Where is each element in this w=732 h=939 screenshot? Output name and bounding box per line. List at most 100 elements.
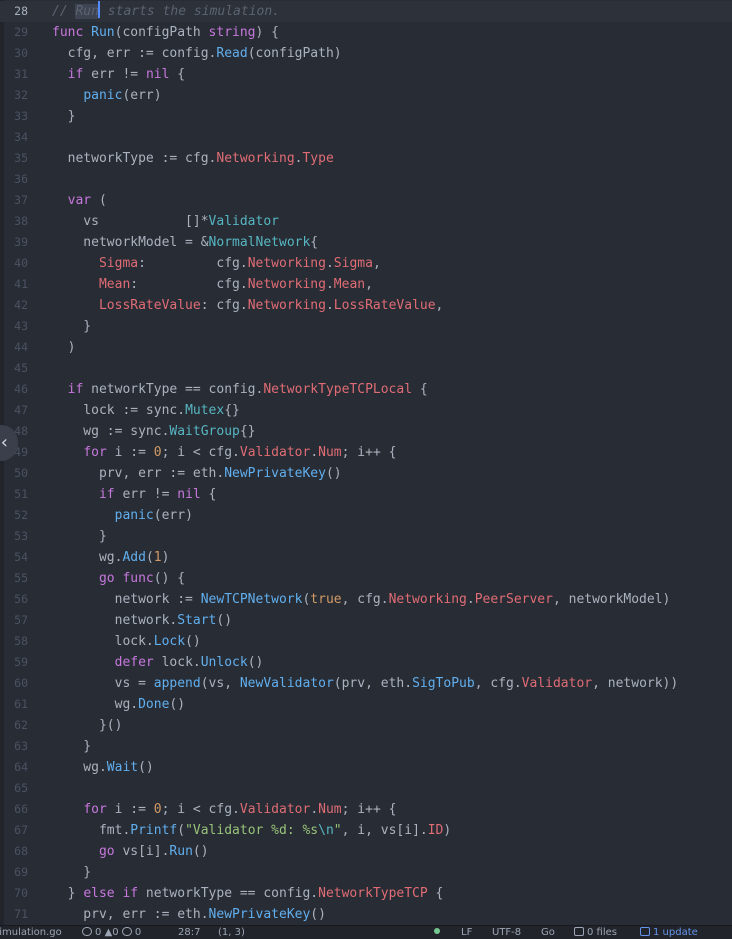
code-line[interactable]: 34 (0, 127, 732, 148)
line-number: 30 (14, 46, 28, 60)
code-token: (err) (153, 508, 193, 523)
code-line[interactable]: 47 lock := sync.Mutex{} (0, 400, 732, 421)
code-line[interactable]: 64 wg.Wait() (0, 757, 732, 778)
code-line[interactable]: 50 prv, err := eth.NewPrivateKey() (0, 463, 732, 484)
code-line[interactable]: 67 fmt.Printf("Validator %d: %s\n", i, v… (0, 820, 732, 841)
code-line[interactable]: 42 LossRateValue: cfg.Networking.LossRat… (0, 295, 732, 316)
code-line[interactable]: 70 } else if networkType == config.Netwo… (0, 883, 732, 904)
code-token: Start (177, 613, 217, 628)
code-line[interactable]: 56 network := NewTCPNetwork(true, cfg.Ne… (0, 589, 732, 610)
code-token: , cfg. (341, 592, 389, 607)
code-token: NewTCPNetwork (200, 592, 303, 607)
code-line[interactable]: 48 wg := sync.WaitGroup{} (0, 421, 732, 442)
line-number: 62 (14, 718, 28, 732)
code-token: Add (122, 550, 146, 565)
line-code: wg.Wait() (52, 757, 153, 778)
code-line[interactable]: 36 (0, 169, 732, 190)
code-line[interactable]: 39 networkModel = &NormalNetwork{ (0, 232, 732, 253)
code-line[interactable]: 60 vs = append(vs, NewValidator(prv, eth… (0, 673, 732, 694)
code-token: Sigma (333, 256, 373, 271)
line-code: cfg, err := config.Read(configPath) (52, 43, 342, 64)
code-line[interactable]: 33 } (0, 106, 732, 127)
code-token: nil (177, 487, 201, 502)
code-token: networkType == config. (138, 886, 319, 901)
code-line[interactable]: 61 wg.Done() (0, 694, 732, 715)
code-token: vs []* (52, 214, 209, 229)
line-code: } (52, 862, 91, 883)
code-line[interactable]: 62 }() (0, 715, 732, 736)
code-token: network := (52, 592, 201, 607)
line-code: if err != nil { (52, 64, 185, 85)
code-token: prv, err := eth. (52, 907, 209, 922)
code-line[interactable]: 38 vs []*Validator (0, 211, 732, 232)
status-files[interactable]: 0 files (574, 926, 617, 939)
line-number: 45 (14, 361, 28, 375)
code-token: for (83, 445, 107, 460)
code-line[interactable]: 69 } (0, 862, 732, 883)
code-token: panic (114, 508, 154, 523)
code-line[interactable]: 40 Sigma: cfg.Networking.Sigma, (0, 253, 732, 274)
warning-count: 0 (112, 927, 119, 938)
code-line[interactable]: 30 cfg, err := config.Read(configPath) (0, 43, 732, 64)
status-diagnostics[interactable]: 0 ▲0 0 (82, 926, 141, 939)
code-line[interactable]: 35 networkType := cfg.Networking.Type (0, 148, 732, 169)
code-line[interactable]: 68 go vs[i].Run() (0, 841, 732, 862)
code-line[interactable]: 29 func Run(configPath string) { (0, 22, 732, 43)
code-line[interactable]: 45 (0, 358, 732, 379)
code-line[interactable]: 44 ) (0, 337, 732, 358)
code-line[interactable]: 43 } (0, 316, 732, 337)
status-selection-count[interactable]: (1, 3) (218, 926, 245, 939)
code-token: ; i++ { (341, 445, 397, 460)
status-cursor-position[interactable]: 28:7 (178, 926, 200, 939)
code-line[interactable]: 32 panic(err) (0, 85, 732, 106)
code-line[interactable]: 63 } (0, 736, 732, 757)
code-token: vs[i]. (114, 844, 170, 859)
code-line[interactable]: 54 wg.Add(1) (0, 547, 732, 568)
status-line-ending[interactable]: LF (461, 926, 472, 939)
code-token: func (122, 571, 154, 586)
code-line[interactable]: 37 var ( (0, 190, 732, 211)
line-number: 31 (14, 67, 28, 81)
status-file-name[interactable]: simulation.go (0, 926, 62, 939)
line-number: 52 (14, 508, 28, 522)
code-line[interactable]: 57 network.Start() (0, 610, 732, 631)
line-number: 59 (14, 655, 28, 669)
code-line[interactable]: 28 // Run starts the simulation. (0, 1, 732, 22)
code-token: , (435, 298, 444, 313)
code-token: NewPrivateKey (208, 907, 311, 922)
line-code: prv, err := eth.NewPrivateKey() (52, 463, 342, 484)
status-encoding[interactable]: UTF-8 (492, 926, 521, 939)
code-line[interactable]: 51 if err != nil { (0, 484, 732, 505)
line-code: ) (52, 337, 76, 358)
code-line[interactable]: 52 panic(err) (0, 505, 732, 526)
code-line[interactable]: 49 for i := 0; i < cfg.Validator.Num; i+… (0, 442, 732, 463)
code-line[interactable]: 65 (0, 778, 732, 799)
status-grammar[interactable]: Go (541, 926, 555, 939)
code-line[interactable]: 58 lock.Lock() (0, 631, 732, 652)
code-line[interactable]: 59 defer lock.Unlock() (0, 652, 732, 673)
line-number: 56 (14, 592, 28, 606)
line-code: } (52, 106, 76, 127)
code-line[interactable]: 55 go func() { (0, 568, 732, 589)
code-token: true (310, 592, 342, 607)
code-token: 0 (153, 802, 162, 817)
code-editor[interactable]: 28 // Run starts the simulation. 29 func Ru… (0, 0, 732, 925)
code-token: Run (91, 25, 115, 40)
code-line[interactable]: 31 if err != nil { (0, 64, 732, 85)
status-updates[interactable]: 1 update (640, 926, 698, 939)
code-token: Done (138, 697, 170, 712)
code-token: Run (169, 844, 193, 859)
code-token: panic (83, 88, 123, 103)
code-line[interactable]: 41 Mean: cfg.Networking.Mean, (0, 274, 732, 295)
line-code: } (52, 316, 91, 337)
code-token: NetworkTypeTCP (318, 886, 428, 901)
code-line[interactable]: 53 } (0, 526, 732, 547)
code-line[interactable]: 71 prv, err := eth.NewPrivateKey() (0, 904, 732, 925)
code-line[interactable]: 66 for i := 0; i < cfg.Validator.Num; i+… (0, 799, 732, 820)
code-line[interactable]: 46 if networkType == config.NetworkTypeT… (0, 379, 732, 400)
